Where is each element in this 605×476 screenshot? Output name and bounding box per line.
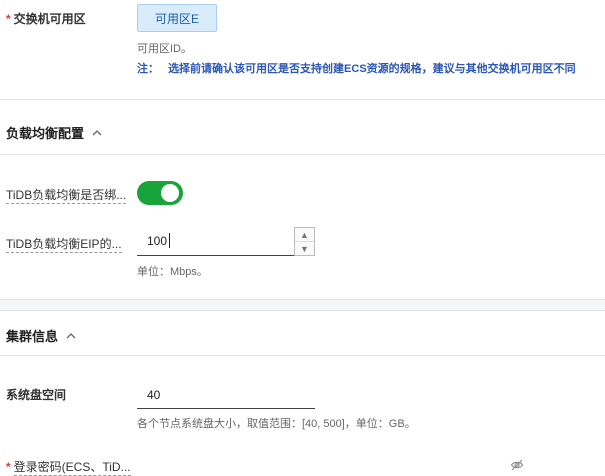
toggle-knob [161, 184, 179, 202]
cluster-section-header[interactable]: 集群信息 [6, 326, 76, 345]
password-label: * 登录密码(ECS、TiD... [6, 458, 131, 476]
disk-input[interactable]: 40 [137, 382, 315, 409]
eye-off-icon[interactable] [510, 458, 524, 472]
eip-toggle-switch[interactable] [137, 181, 183, 205]
eip-toggle-label-text: TiDB负载均衡是否绑... [6, 188, 127, 204]
bandwidth-input-value: 100 [147, 234, 168, 248]
caret-up-icon[interactable]: ▲ [295, 228, 314, 242]
bandwidth-label: TiDB负载均衡EIP的... [6, 235, 122, 253]
section-gap [0, 300, 605, 310]
zone-hint: 可用区ID。 [137, 43, 192, 55]
lb-section-header[interactable]: 负载均衡配置 [6, 123, 102, 142]
notice-text: 选择前请确认该可用区是否支持创建ECS资源的规格，建议与其他交换机可用区不同 [168, 63, 576, 75]
section-divider [0, 99, 605, 100]
zone-field-label: * 交换机可用区 [6, 12, 86, 26]
bandwidth-hint: 单位：Mbps。 [137, 266, 208, 278]
bandwidth-input[interactable]: 100 ▲ ▼ [137, 227, 315, 256]
zone-option-label: 可用区E [154, 11, 199, 26]
cluster-section-title: 集群信息 [6, 329, 59, 344]
disk-hint: 各个节点系统盘大小，取值范围：[40, 500]，单位：GB。 [137, 418, 416, 430]
caret-down-icon[interactable]: ▼ [295, 242, 314, 255]
notice-prefix: 注： [137, 63, 159, 75]
required-marker: * [6, 460, 11, 474]
bandwidth-label-text: TiDB负载均衡EIP的... [6, 237, 122, 253]
zone-option-selected[interactable]: 可用区E [137, 4, 217, 32]
section-divider [0, 310, 605, 311]
password-label-text: 登录密码(ECS、TiD... [13, 460, 131, 476]
section-divider [0, 355, 605, 356]
eip-toggle-label: TiDB负载均衡是否绑... [6, 186, 127, 204]
zone-notice: 注： 选择前请确认该可用区是否支持创建ECS资源的规格，建议与其他交换机可用区不… [137, 60, 576, 76]
chevron-up-icon [92, 129, 102, 135]
disk-label: 系统盘空间 [6, 388, 67, 402]
bandwidth-stepper[interactable]: ▲ ▼ [294, 227, 315, 256]
text-caret [169, 233, 170, 248]
section-divider [0, 154, 605, 155]
chevron-up-icon [66, 332, 76, 338]
disk-input-value: 40 [147, 388, 161, 402]
required-marker: * [6, 12, 11, 26]
lb-section-title: 负载均衡配置 [6, 126, 85, 141]
